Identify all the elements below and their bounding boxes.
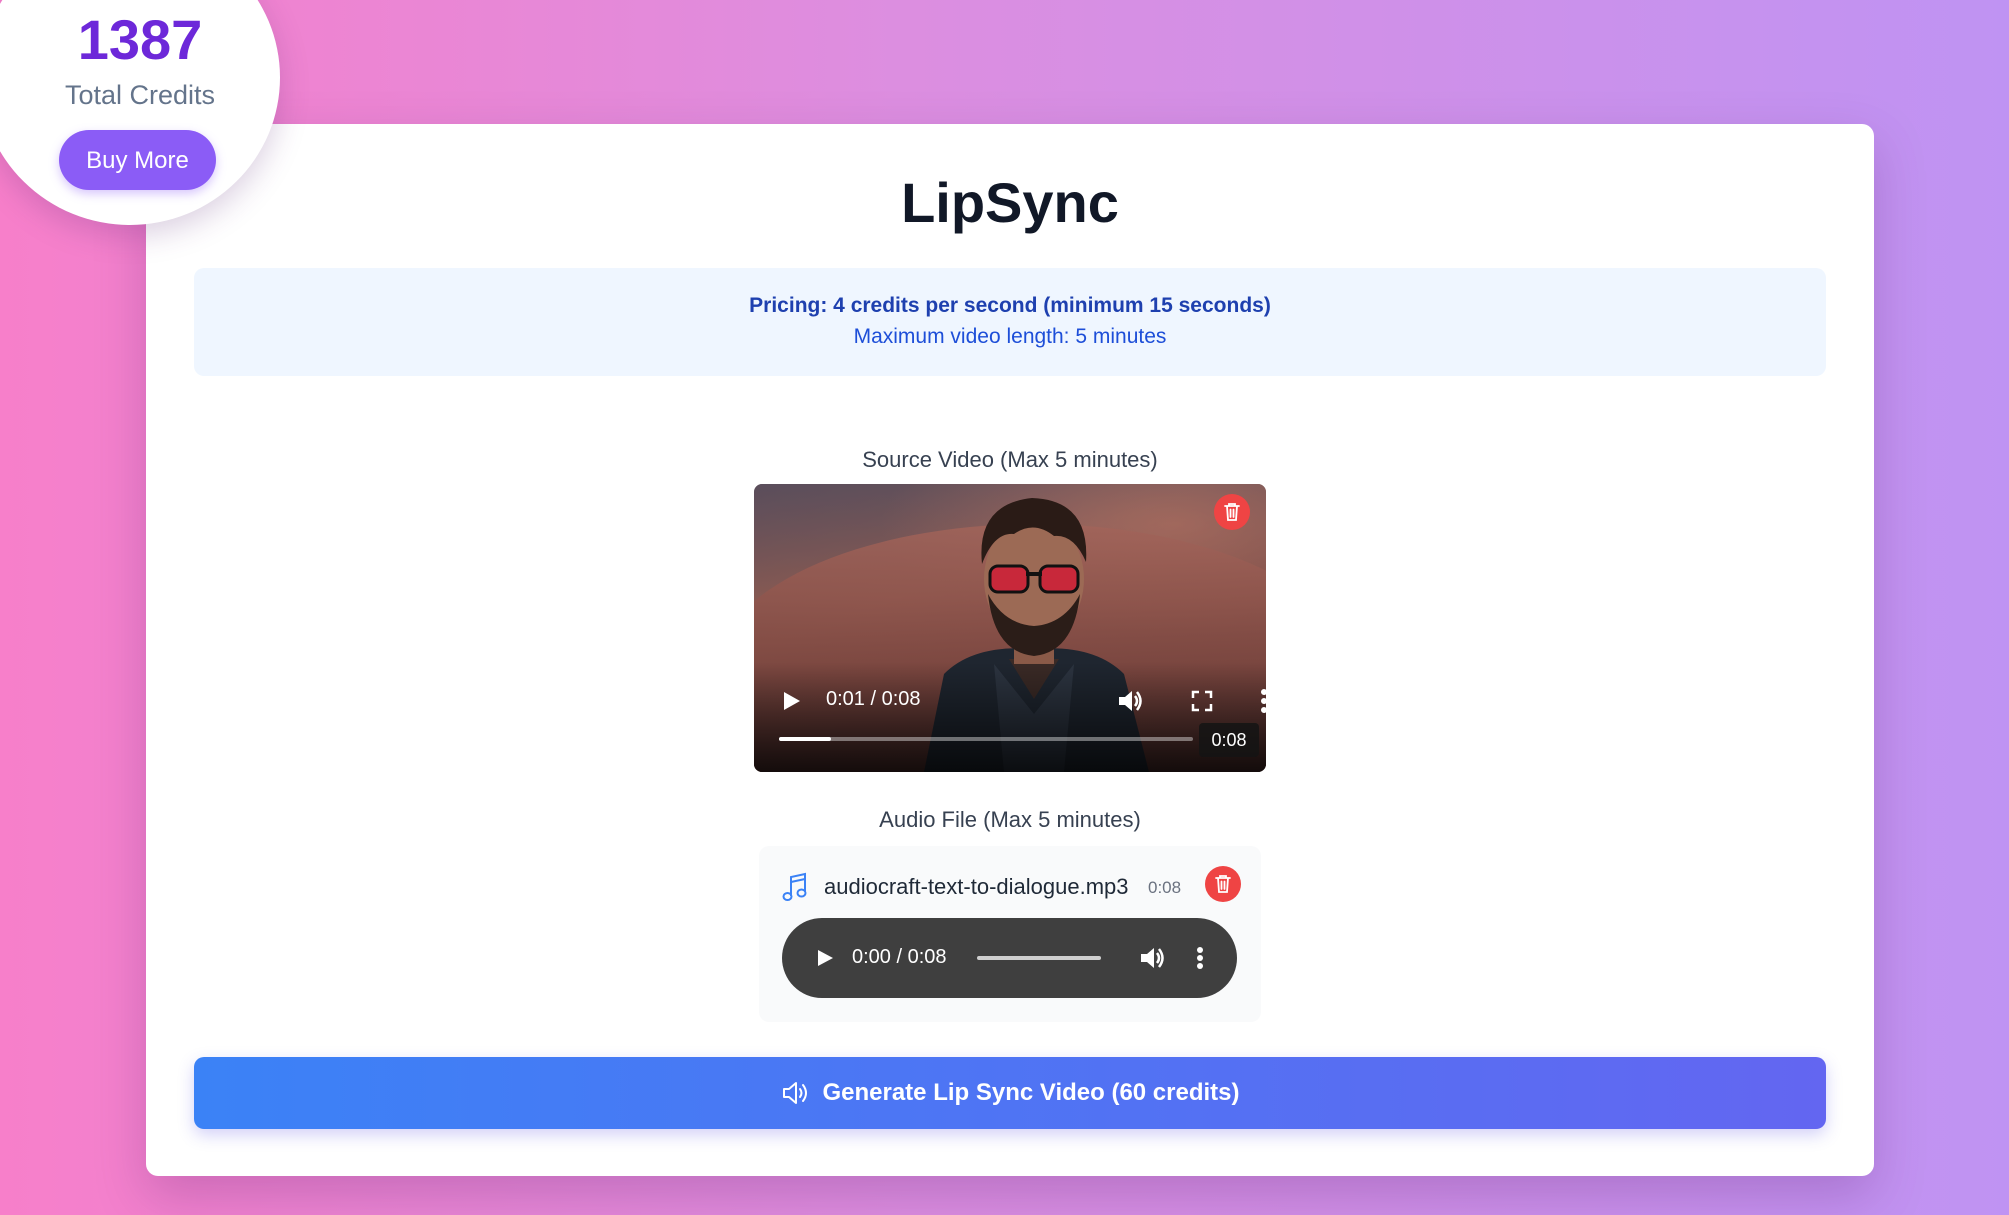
pricing-info: Pricing: 4 credits per second (minimum 1… xyxy=(194,268,1826,376)
fullscreen-icon[interactable] xyxy=(1191,690,1213,712)
source-video-player[interactable]: 0:01 / 0:08 0:08 xyxy=(754,484,1266,772)
source-video-label: Source Video (Max 5 minutes) xyxy=(862,447,1158,472)
generate-button-content: Generate Lip Sync Video (60 credits) xyxy=(194,1057,1826,1129)
generate-button-label: Generate Lip Sync Video (60 credits) xyxy=(822,1079,1240,1106)
buy-more-button[interactable]: Buy More xyxy=(59,130,216,190)
audio-player[interactable]: 0:00 / 0:08 xyxy=(782,918,1237,998)
pricing-max-length: Maximum video length: 5 minutes xyxy=(853,325,1167,348)
video-controls-overlay xyxy=(754,662,1266,772)
audio-duration: 0:08 xyxy=(1148,878,1182,897)
credits-label: Total Credits xyxy=(64,80,216,110)
play-icon[interactable] xyxy=(780,690,802,712)
play-icon[interactable] xyxy=(815,948,835,968)
video-progress-fill xyxy=(779,737,831,741)
generate-lip-sync-button[interactable]: Generate Lip Sync Video (60 credits) xyxy=(194,1057,1826,1129)
audio-file-label: Audio File (Max 5 minutes) xyxy=(879,807,1141,832)
delete-audio-button[interactable] xyxy=(1205,866,1241,902)
credits-total: 1387 xyxy=(77,8,203,71)
video-progress-bar[interactable] xyxy=(779,737,1193,741)
audio-file-panel: audiocraft-text-to-dialogue.mp3 0:08 0:0… xyxy=(759,846,1261,1022)
volume-icon[interactable] xyxy=(1138,945,1166,971)
more-options-icon[interactable] xyxy=(1260,688,1266,714)
pricing-rate: Pricing: 4 credits per second (minimum 1… xyxy=(749,294,1271,317)
audio-time-display: 0:00 / 0:08 xyxy=(852,946,947,968)
audio-progress-bar[interactable] xyxy=(977,956,1101,960)
delete-video-button[interactable] xyxy=(1214,494,1250,530)
lipsync-card: LipSync Pricing: 4 credits per second (m… xyxy=(146,124,1874,1176)
trash-icon xyxy=(1224,503,1240,521)
video-time-display: 0:01 / 0:08 xyxy=(826,688,921,710)
page-title: LipSync xyxy=(901,171,1119,234)
more-options-icon[interactable] xyxy=(1196,946,1204,970)
audio-filename: audiocraft-text-to-dialogue.mp3 xyxy=(824,874,1129,899)
video-duration-chip: 0:08 xyxy=(1199,723,1259,757)
speaker-icon xyxy=(783,1082,808,1104)
volume-icon[interactable] xyxy=(1116,687,1144,715)
music-note-icon xyxy=(782,872,807,901)
trash-icon xyxy=(1215,875,1231,893)
